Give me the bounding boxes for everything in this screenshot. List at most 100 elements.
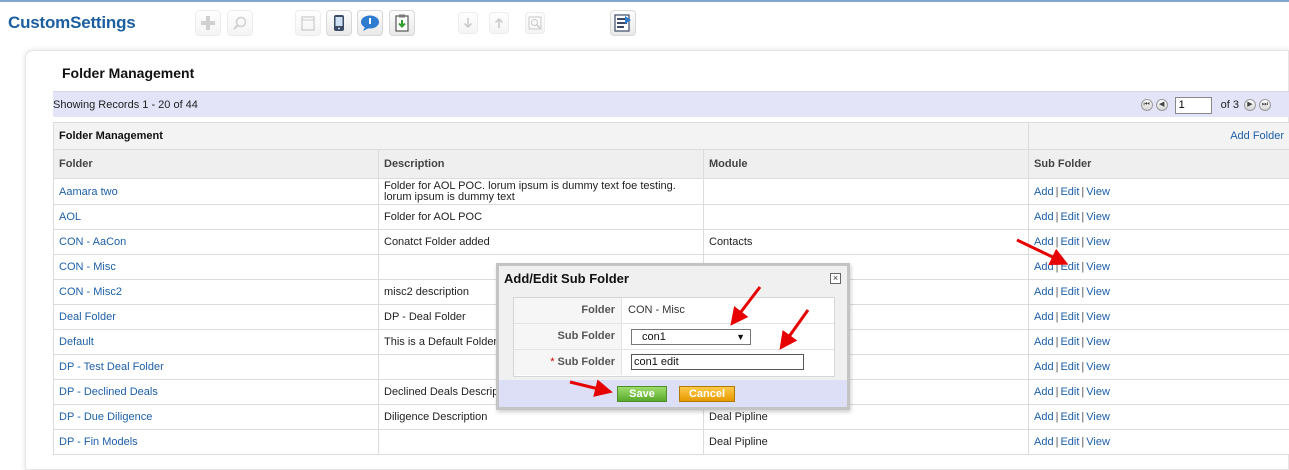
folder-value: CON - Misc — [628, 304, 685, 316]
column-header-folder[interactable]: Folder — [54, 150, 379, 179]
subfolder-actions-cell: Add|Edit|View — [1029, 179, 1289, 205]
folder-link[interactable]: Default — [59, 336, 94, 348]
subfolder-edit-link[interactable]: Edit — [1060, 211, 1079, 223]
cancel-button[interactable]: Cancel — [679, 386, 735, 402]
separator: | — [1081, 211, 1084, 223]
subfolder-edit-link[interactable]: Edit — [1060, 261, 1079, 273]
column-header-module[interactable]: Module — [704, 150, 1029, 179]
last-page-icon[interactable]: ⏭ — [1259, 99, 1271, 111]
separator: | — [1081, 436, 1084, 448]
prev-page-icon[interactable]: ◀ — [1156, 99, 1168, 111]
add-button[interactable] — [195, 10, 221, 36]
table-row: CON - AaConConatct Folder addedContactsA… — [54, 230, 1289, 255]
subfolder-view-link[interactable]: View — [1086, 236, 1110, 248]
subfolder-add-link[interactable]: Add — [1034, 361, 1054, 373]
subfolder-select[interactable]: con1 ▼ — [631, 329, 751, 345]
subfolder-edit-link[interactable]: Edit — [1060, 236, 1079, 248]
move-down-button[interactable] — [458, 12, 478, 34]
folder-link[interactable]: DP - Declined Deals — [59, 386, 158, 398]
subfolder-view-link[interactable]: View — [1086, 386, 1110, 398]
subfolder-edit-link[interactable]: Edit — [1060, 361, 1079, 373]
folder-cell: Aamara two — [54, 179, 379, 205]
sub-folder-dialog: Add/Edit Sub Folder × Folder CON - Misc … — [496, 263, 850, 410]
arrow-down-icon — [463, 17, 473, 29]
folder-link[interactable]: CON - Misc — [59, 261, 116, 273]
subfolder-add-link[interactable]: Add — [1034, 261, 1054, 273]
subfolder-edit-link[interactable]: Edit — [1060, 436, 1079, 448]
folder-cell: CON - Misc — [54, 255, 379, 280]
add-folder-link[interactable]: Add Folder — [1230, 130, 1284, 142]
required-mark: * — [550, 356, 554, 368]
subfolder-edit-link[interactable]: Edit — [1060, 336, 1079, 348]
subfolder-view-link[interactable]: View — [1086, 261, 1110, 273]
folder-link[interactable]: CON - Misc2 — [59, 286, 122, 298]
subfolder-view-link[interactable]: View — [1086, 411, 1110, 423]
chat-icon — [360, 14, 380, 32]
folder-link[interactable]: CON - AaCon — [59, 236, 126, 248]
chat-button[interactable] — [357, 10, 383, 36]
search-button[interactable] — [227, 10, 253, 36]
subfolder-add-link[interactable]: Add — [1034, 186, 1054, 198]
module-cell — [704, 205, 1029, 230]
subfolder-add-link[interactable]: Add — [1034, 311, 1054, 323]
description-cell — [379, 430, 704, 455]
subfolder-edit-link[interactable]: Edit — [1060, 411, 1079, 423]
folder-link[interactable]: DP - Fin Models — [59, 436, 138, 448]
move-up-button[interactable] — [489, 12, 509, 34]
subfolder-actions-cell: Add|Edit|View — [1029, 330, 1289, 355]
subfolder-view-link[interactable]: View — [1086, 361, 1110, 373]
folder-cell: DP - Due Diligence — [54, 405, 379, 430]
subfolder-view-link[interactable]: View — [1086, 336, 1110, 348]
folder-link[interactable]: Aamara two — [59, 186, 118, 198]
folder-link[interactable]: AOL — [59, 211, 81, 223]
page-total: of 3 — [1221, 99, 1239, 111]
page-number-input[interactable] — [1175, 97, 1212, 114]
subfolder-add-link[interactable]: Add — [1034, 211, 1054, 223]
preview-button[interactable] — [525, 12, 545, 34]
subfolder-add-link[interactable]: Add — [1034, 411, 1054, 423]
separator: | — [1056, 236, 1059, 248]
subfolder-add-link[interactable]: Add — [1034, 436, 1054, 448]
separator: | — [1056, 386, 1059, 398]
separator: | — [1056, 261, 1059, 273]
separator: | — [1081, 311, 1084, 323]
subfolder-view-link[interactable]: View — [1086, 186, 1110, 198]
separator: | — [1056, 411, 1059, 423]
clipboard-button[interactable] — [389, 10, 415, 36]
separator: | — [1081, 186, 1084, 198]
subfolder-view-link[interactable]: View — [1086, 311, 1110, 323]
subfolder-actions-cell: Add|Edit|View — [1029, 380, 1289, 405]
folder-link[interactable]: DP - Due Diligence — [59, 411, 152, 423]
subfolder-add-link[interactable]: Add — [1034, 336, 1054, 348]
subfolder-add-link[interactable]: Add — [1034, 236, 1054, 248]
separator: | — [1056, 436, 1059, 448]
save-button[interactable]: Save — [617, 386, 667, 402]
folder-row: Folder CON - Misc — [514, 298, 834, 324]
folder-cell: CON - AaCon — [54, 230, 379, 255]
mobile-button[interactable] — [326, 10, 352, 36]
next-page-icon[interactable]: ▶ — [1244, 99, 1256, 111]
description-cell: Conatct Folder added — [379, 230, 704, 255]
folder-link[interactable]: DP - Test Deal Folder — [59, 361, 164, 373]
subfolder-edit-link[interactable]: Edit — [1060, 286, 1079, 298]
column-header-subfolder[interactable]: Sub Folder — [1029, 150, 1289, 179]
folder-link[interactable]: Deal Folder — [59, 311, 116, 323]
subfolder-name-label: *Sub Folder — [514, 350, 622, 375]
first-page-icon[interactable]: ⏮ — [1141, 99, 1153, 111]
column-header-description[interactable]: Description — [379, 150, 704, 179]
subfolder-edit-link[interactable]: Edit — [1060, 311, 1079, 323]
subfolder-add-link[interactable]: Add — [1034, 386, 1054, 398]
subfolder-edit-link[interactable]: Edit — [1060, 186, 1079, 198]
report-button[interactable] — [610, 10, 636, 36]
calendar-button[interactable] — [295, 10, 321, 36]
close-icon[interactable]: × — [830, 273, 841, 284]
subfolder-name-input[interactable] — [631, 354, 804, 370]
separator: | — [1081, 411, 1084, 423]
section-header-row: Folder Management Add Folder — [54, 123, 1289, 150]
subfolder-edit-link[interactable]: Edit — [1060, 386, 1079, 398]
mobile-icon — [333, 14, 345, 32]
subfolder-add-link[interactable]: Add — [1034, 286, 1054, 298]
subfolder-view-link[interactable]: View — [1086, 286, 1110, 298]
subfolder-view-link[interactable]: View — [1086, 211, 1110, 223]
subfolder-view-link[interactable]: View — [1086, 436, 1110, 448]
